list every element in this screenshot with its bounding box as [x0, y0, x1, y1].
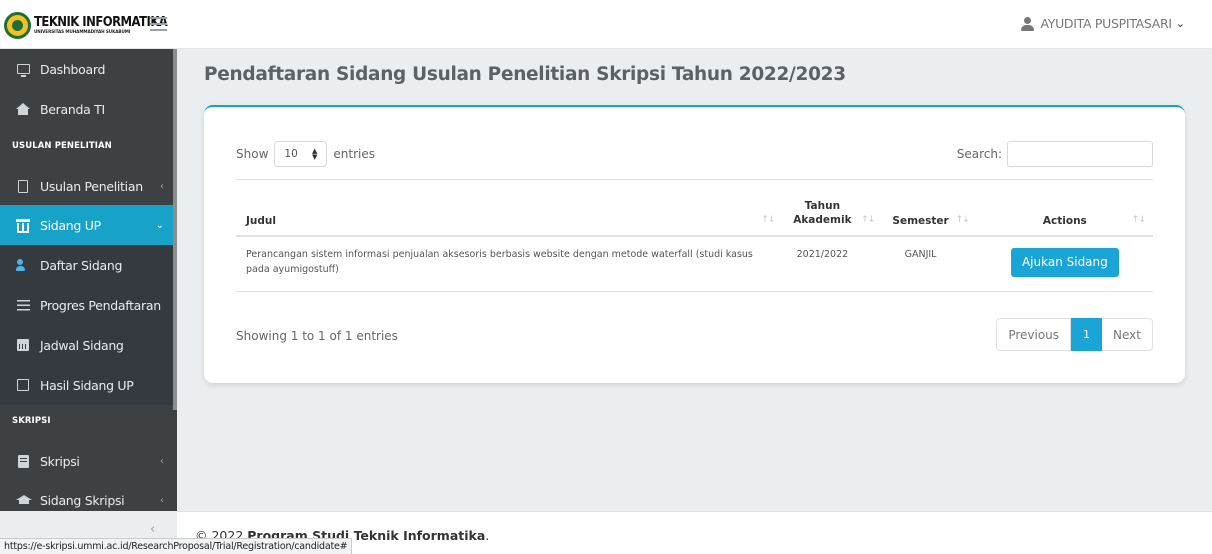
home-icon [16, 102, 30, 116]
sidebar-item-beranda-ti[interactable]: Beranda TI [0, 89, 177, 129]
show-label: Show [236, 147, 269, 161]
sidebar-item-sidang-skripsi[interactable]: Sidang Skripsi ‹ [0, 480, 177, 511]
sort-icon: ↑↓ [761, 214, 775, 225]
table-row: Perancangan sistem informasi penjualan a… [236, 235, 1153, 292]
pagination: Previous 1 Next [996, 318, 1153, 351]
menu-toggle-icon[interactable] [150, 17, 167, 31]
sidebar-item-jadwal-sidang[interactable]: Jadwal Sidang [0, 325, 177, 365]
sort-icon: ↑↓ [861, 214, 875, 225]
cell-judul: Perancangan sistem informasi penjualan a… [236, 235, 783, 292]
user-name: AYUDITA PUSPITASARI [1040, 16, 1172, 31]
book-icon [16, 454, 30, 468]
chevron-down-icon: ⌄ [1175, 17, 1185, 30]
sidebar-item-progres-pendaftaran[interactable]: Progres Pendaftaran [0, 285, 177, 325]
pagination-next-button[interactable]: Next [1102, 318, 1153, 351]
sidebar-section-skripsi: SKRIPSI [12, 416, 51, 426]
pagination-page-1[interactable]: 1 [1071, 318, 1103, 351]
sort-icon: ↑↓ [1131, 214, 1146, 225]
calendar-icon [16, 338, 30, 352]
cell-tahun-akademik: 2021/2022 [782, 235, 883, 292]
status-bar-url: https://e-skripsi.ummi.ac.id/ResearchPro… [0, 538, 353, 554]
sidebar-item-label: Dashboard [40, 61, 106, 77]
sidebar-item-label: Beranda TI [40, 101, 105, 117]
sidebar-item-label: Hasil Sidang UP [40, 377, 134, 393]
sidebar-item-daftar-sidang[interactable]: Daftar Sidang [0, 245, 177, 285]
logo-title: TEKNIK INFORMATIKA [34, 14, 168, 30]
institution-icon [16, 218, 30, 233]
sort-arrows-icon: ▲ ▼ [312, 147, 318, 161]
registration-table: Judul ↑↓ Tahun Akademik ↑↓ Semester ↑↓ A… [236, 179, 1153, 292]
sidebar-item-skripsi[interactable]: Skripsi ‹ [0, 441, 177, 481]
monitor-icon [16, 62, 30, 77]
sidebar-item-label: Sidang Skripsi [40, 492, 125, 508]
sidebar-item-label: Usulan Penelitian [40, 178, 143, 194]
pagination-previous-button[interactable]: Previous [996, 318, 1072, 351]
search-input[interactable] [1007, 141, 1153, 167]
university-emblem-icon [4, 11, 31, 39]
chevron-left-icon: ‹ [160, 455, 164, 467]
page-length-select[interactable]: 10 ▲ ▼ [274, 141, 328, 167]
cell-actions: Ajukan Sidang [976, 235, 1153, 292]
sidebar-section-usulan-penelitian: USULAN PENELITIAN [12, 141, 112, 151]
note-icon [16, 378, 30, 392]
sidebar-item-label: Jadwal Sidang [40, 337, 124, 353]
entries-label: entries [333, 147, 375, 161]
chevron-down-icon: ⌄ [155, 219, 164, 231]
sidebar: Dashboard Beranda TI USULAN PENELITIAN U… [0, 49, 177, 511]
ajukan-sidang-button[interactable]: Ajukan Sidang [1010, 247, 1119, 277]
file-icon [16, 179, 30, 193]
column-header-actions[interactable]: Actions ↑↓ [976, 179, 1153, 237]
sidebar-item-label: Daftar Sidang [40, 257, 123, 273]
user-menu[interactable]: AYUDITA PUSPITASARI ⌄ [1021, 16, 1185, 31]
sidebar-scrollbar[interactable] [173, 49, 177, 410]
registration-card: Show 10 ▲ ▼ entries Search: Judul ↑↓ Tahu… [204, 105, 1185, 383]
table-info: Showing 1 to 1 of 1 entries [236, 329, 398, 343]
page-length-value: 10 [284, 148, 298, 160]
column-header-judul[interactable]: Judul ↑↓ [236, 179, 783, 237]
user-plus-icon [16, 258, 30, 272]
top-navbar: TEKNIK INFORMATIKA UNIVERSITAS MUHAMMADI… [0, 0, 1212, 49]
sidebar-item-label: Sidang UP [40, 217, 101, 233]
page-length-control: Show 10 ▲ ▼ entries [236, 141, 375, 167]
sidebar-item-label: Progres Pendaftaran [40, 297, 161, 313]
sort-icon: ↑↓ [955, 214, 970, 225]
cell-semester: GANJIL [882, 235, 977, 292]
list-icon [16, 298, 30, 312]
search-label: Search: [956, 147, 1002, 161]
sidebar-item-sidang-up[interactable]: Sidang UP ⌄ [0, 205, 177, 245]
graduation-cap-icon [16, 493, 32, 507]
search-control: Search: [957, 141, 1153, 167]
sidebar-item-dashboard[interactable]: Dashboard [0, 49, 177, 89]
chevron-left-icon: ‹ [160, 180, 164, 192]
sidebar-item-label: Skripsi [40, 453, 80, 469]
page-title: Pendaftaran Sidang Usulan Penelitian Skr… [204, 64, 846, 85]
chevron-left-icon: ‹ [160, 494, 164, 506]
column-header-tahun-akademik[interactable]: Tahun Akademik ↑↓ [782, 179, 883, 237]
column-header-semester[interactable]: Semester ↑↓ [882, 179, 977, 237]
user-icon [1021, 16, 1035, 31]
sidebar-collapse-icon[interactable]: ‹ [150, 522, 155, 537]
sidebar-item-hasil-sidang-up[interactable]: Hasil Sidang UP [0, 365, 177, 405]
sidebar-item-usulan-penelitian[interactable]: Usulan Penelitian ‹ [0, 166, 177, 206]
